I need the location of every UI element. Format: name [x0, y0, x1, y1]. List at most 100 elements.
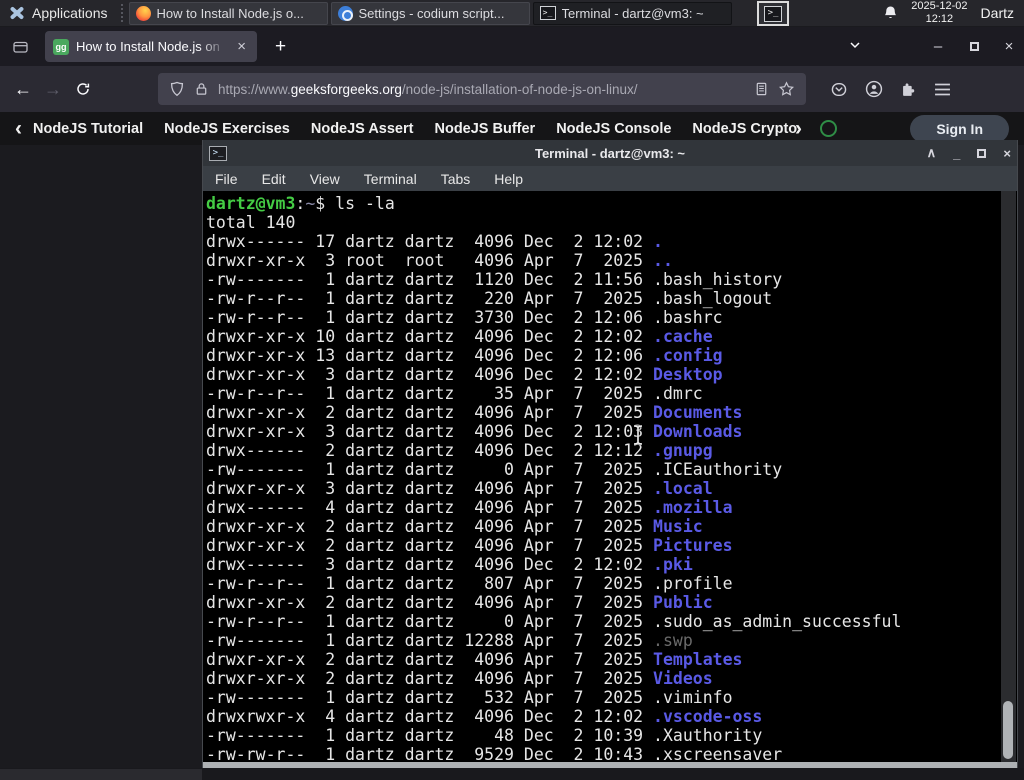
terminal-window: >_ Terminal - dartz@vm3: ~ ∧ _ × File Edi… [202, 140, 1018, 768]
taskbar-item-label: Settings - codium script... [358, 5, 505, 21]
terminal-line: drwx------ 17 dartz dartz 4096 Dec 2 12:… [206, 232, 1017, 251]
file-name: Documents [653, 403, 743, 422]
terminal-scrollbar[interactable] [1001, 191, 1016, 762]
firefox-view-icon[interactable] [12, 39, 29, 55]
line-permissions: drwxr-xr-x 13 dartz dartz 4096 Dec 2 12:… [206, 346, 654, 365]
hamburger-menu-icon[interactable] [934, 82, 951, 97]
terminal-scrollbar-thumb[interactable] [1003, 701, 1013, 759]
site-nav-link[interactable]: NodeJS Assert [311, 121, 414, 137]
site-nav-link[interactable]: NodeJS Crypto [692, 121, 797, 137]
line-permissions: drwxr-xr-x 2 dartz dartz 4096 Apr 7 2025 [206, 650, 654, 669]
line-permissions: -rw-r--r-- 1 dartz dartz 3730 Dec 2 12:0… [206, 308, 654, 327]
terminal-icon: >_ [539, 6, 556, 20]
terminal-minimize-button[interactable]: _ [953, 146, 960, 161]
new-tab-button[interactable]: + [269, 36, 292, 58]
panel-status-area: 2025-12-02 12:12 Dartz [883, 0, 1024, 25]
terminal-body[interactable]: dartz@vm3:~$ ls -la total 140 drwx------… [203, 191, 1017, 762]
taskbar-item[interactable]: >_ Terminal - dartz@vm3: ~ [532, 1, 732, 25]
line-permissions: drwxr-xr-x 10 dartz dartz 4096 Dec 2 12:… [206, 327, 654, 346]
mouse-cursor-ibeam [632, 424, 644, 446]
reader-mode-icon[interactable] [754, 81, 769, 97]
desktop-panel: Applications How to Install Node.js o...… [0, 0, 1024, 27]
menu-edit[interactable]: Edit [262, 171, 286, 187]
line-permissions: drwxr-xr-x 3 dartz dartz 4096 Dec 2 12:0… [206, 422, 654, 441]
terminal-line: drwxr-xr-x 2 dartz dartz 4096 Apr 7 2025… [206, 650, 1017, 669]
file-name: .viminfo [653, 688, 733, 707]
terminal-line: -rw------- 1 dartz dartz 532 Apr 7 2025 … [206, 688, 1017, 707]
file-name: .dmrc [653, 384, 703, 403]
menu-help[interactable]: Help [494, 171, 523, 187]
line-permissions: drwxr-xr-x 2 dartz dartz 4096 Apr 7 2025 [206, 517, 654, 536]
clock-time: 12:12 [925, 13, 954, 25]
terminal-total-line: total 140 [206, 213, 296, 232]
site-nav-link[interactable]: NodeJS Console [556, 121, 671, 137]
clock-date: 2025-12-02 [911, 0, 968, 13]
file-name: Public [653, 593, 713, 612]
terminal-menubar: File Edit View Terminal Tabs Help [203, 166, 1017, 191]
line-permissions: drwx------ 2 dartz dartz 4096 Dec 2 12:1… [206, 441, 654, 460]
menu-file[interactable]: File [215, 171, 238, 187]
bookmark-star-icon[interactable] [778, 81, 795, 97]
account-icon[interactable] [865, 80, 883, 98]
terminal-line: drwxr-xr-x 10 dartz dartz 4096 Dec 2 12:… [206, 327, 1017, 346]
browser-minimize-button[interactable]: – [925, 35, 951, 57]
terminal-line: -rw-rw-r-- 1 dartz dartz 9529 Dec 2 10:4… [206, 745, 1017, 762]
tab-close-icon[interactable]: × [234, 38, 249, 55]
terminal-resize-edge[interactable] [203, 762, 1017, 768]
line-permissions: -rw------- 1 dartz dartz 48 Dec 2 10:39 [206, 726, 654, 745]
notification-bell-icon[interactable] [883, 5, 898, 21]
file-name: Music [653, 517, 703, 536]
file-name: . [653, 232, 663, 251]
menu-tabs[interactable]: Tabs [441, 171, 471, 187]
terminal-close-button[interactable]: × [1003, 146, 1011, 161]
menu-view[interactable]: View [310, 171, 340, 187]
panel-user-label[interactable]: Dartz [981, 5, 1014, 21]
line-permissions: drwxr-xr-x 3 dartz dartz 4096 Apr 7 2025 [206, 479, 654, 498]
file-name: Desktop [653, 365, 723, 384]
site-nav-link[interactable]: NodeJS Buffer [434, 121, 535, 137]
url-bar[interactable]: https://www.geeksforgeeks.org/node-js/in… [158, 73, 806, 105]
line-permissions: drwx------ 4 dartz dartz 4096 Apr 7 2025 [206, 498, 654, 517]
terminal-line: -rw-r--r-- 1 dartz dartz 0 Apr 7 2025 .s… [206, 612, 1017, 631]
lock-icon[interactable] [194, 81, 209, 97]
file-name: .mozilla [653, 498, 733, 517]
forward-button[interactable]: → [38, 74, 68, 104]
nav-scroll-right-chevron-icon[interactable]: › [795, 118, 802, 139]
line-permissions: drwxr-xr-x 2 dartz dartz 4096 Apr 7 2025 [206, 669, 654, 688]
terminal-prompt-line: dartz@vm3:~$ ls -la [206, 194, 1017, 213]
browser-close-button[interactable]: × [996, 35, 1022, 57]
site-nav-link[interactable]: NodeJS Tutorial [33, 121, 143, 137]
applications-menu-button[interactable]: Applications [0, 0, 117, 26]
firefox-icon [135, 5, 151, 21]
prompt-colon: : [295, 194, 306, 213]
file-name: Pictures [653, 536, 733, 555]
taskbar-item[interactable]: Settings - codium script... [330, 1, 530, 25]
panel-clock[interactable]: 2025-12-02 12:12 [911, 0, 967, 25]
browser-tab-active[interactable]: gg How to Install Node.js on × [45, 31, 257, 62]
terminal-line: drwxrwxr-x 4 dartz dartz 4096 Dec 2 12:0… [206, 707, 1017, 726]
nav-scroll-left-chevron-icon[interactable]: ‹ [15, 118, 22, 139]
list-all-tabs-chevron-icon[interactable] [847, 37, 863, 53]
reload-button[interactable] [68, 74, 98, 104]
taskbar-item[interactable]: How to Install Node.js o... [128, 1, 328, 25]
terminal-maximize-button[interactable] [977, 148, 987, 158]
toolbar-extension-area [830, 80, 951, 98]
browser-maximize-button[interactable] [961, 35, 987, 57]
sign-in-button[interactable]: Sign In [910, 114, 1009, 143]
extensions-puzzle-icon[interactable] [900, 81, 917, 98]
menu-terminal[interactable]: Terminal [364, 171, 417, 187]
maximize-icon [969, 41, 979, 51]
file-name: .bashrc [653, 308, 723, 327]
terminal-listing: drwx------ 17 dartz dartz 4096 Dec 2 12:… [206, 232, 1017, 762]
url-text[interactable]: https://www.geeksforgeeks.org/node-js/in… [218, 82, 745, 97]
tray-terminal-launcher[interactable]: >_ [757, 1, 789, 26]
terminal-title-bar[interactable]: >_ Terminal - dartz@vm3: ~ ∧ _ × [203, 140, 1017, 166]
search-icon[interactable] [820, 120, 837, 137]
line-permissions: drwxr-xr-x 2 dartz dartz 4096 Apr 7 2025 [206, 593, 654, 612]
url-domain: geeksforgeeks.org [290, 81, 402, 97]
site-nav-link[interactable]: NodeJS Exercises [164, 121, 290, 137]
back-button[interactable]: ← [8, 74, 38, 104]
terminal-shade-button[interactable]: ∧ [927, 145, 937, 161]
tracking-protection-shield-icon[interactable] [169, 81, 185, 97]
pocket-icon[interactable] [830, 81, 848, 98]
